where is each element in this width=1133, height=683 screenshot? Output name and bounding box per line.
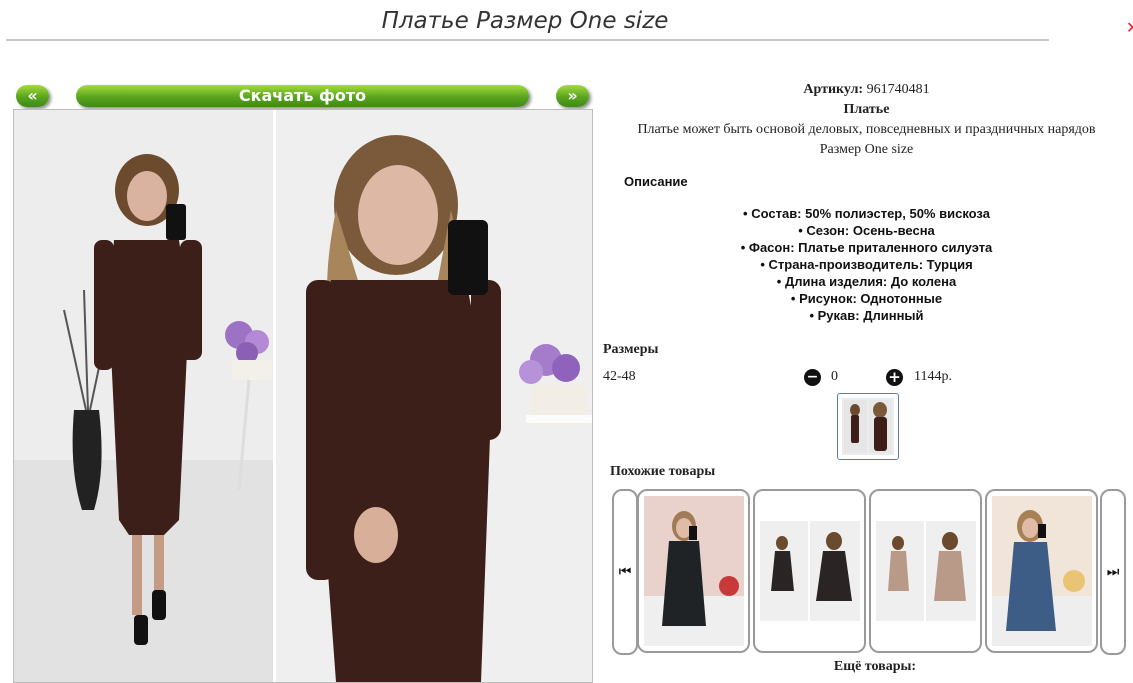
size-row: 42-48 − 0 + 1144р. bbox=[603, 369, 963, 389]
feature-item: Состав: 50% полиэстер, 50% вискоза bbox=[600, 205, 1133, 222]
product-photo-full-length[interactable] bbox=[14, 110, 273, 682]
product-tagline: Платье может быть основой деловых, повсе… bbox=[637, 122, 1096, 137]
title-divider bbox=[6, 39, 1049, 41]
feature-item: Страна-производитель: Турция bbox=[600, 256, 1133, 273]
last-page-icon[interactable]: ⏭ bbox=[1100, 489, 1126, 655]
more-products-label: Ещё товары: bbox=[833, 659, 917, 674]
feature-item: Рукав: Длинный bbox=[600, 307, 1133, 324]
prev-photo-button[interactable]: « bbox=[16, 85, 49, 107]
product-size-text: Размер One size bbox=[819, 142, 914, 157]
article-value: 961740481 bbox=[866, 82, 930, 97]
similar-item-dark-dress-pair[interactable] bbox=[753, 489, 866, 653]
description-title: Описание bbox=[624, 174, 688, 189]
feature-item: Сезон: Осень-весна bbox=[600, 222, 1133, 239]
similar-item-blue-dress[interactable] bbox=[985, 489, 1098, 653]
similar-title: Похожие товары bbox=[610, 464, 716, 479]
price-value: 1144р. bbox=[914, 369, 952, 384]
size-label: 42-48 bbox=[603, 369, 636, 384]
product-info: Артикул: 961740481 Платье Платье может б… bbox=[600, 80, 1133, 160]
feature-item: Фасон: Платье приталенного силуэта bbox=[600, 239, 1133, 256]
similar-item-black-dress[interactable] bbox=[637, 489, 750, 653]
close-icon[interactable]: ✕ bbox=[1126, 18, 1133, 37]
article-line: Артикул: 961740481 bbox=[600, 80, 1133, 100]
plus-circle-icon[interactable]: + bbox=[886, 369, 903, 386]
feature-list: Состав: 50% полиэстер, 50% вискоза Сезон… bbox=[600, 205, 1133, 324]
article-label: Артикул: bbox=[803, 82, 864, 97]
page-title: Платье Размер One size bbox=[381, 8, 669, 34]
product-photo-closeup[interactable] bbox=[276, 110, 592, 682]
similar-item-beige-dress-pair[interactable] bbox=[869, 489, 982, 653]
feature-item: Длина изделия: До колена bbox=[600, 273, 1133, 290]
first-page-icon[interactable]: ⏮ bbox=[612, 489, 638, 655]
product-thumbnail[interactable] bbox=[837, 393, 899, 460]
product-name: Платье bbox=[843, 102, 890, 117]
download-photo-button[interactable]: Скачать фото bbox=[76, 85, 529, 107]
product-photo-gallery bbox=[13, 109, 593, 683]
quantity-value: 0 bbox=[831, 369, 838, 384]
sizes-title: Размеры bbox=[603, 342, 659, 357]
feature-item: Рисунок: Однотонные bbox=[600, 290, 1133, 307]
minus-circle-icon[interactable]: − bbox=[804, 369, 821, 386]
next-photo-button[interactable]: » bbox=[556, 85, 589, 107]
